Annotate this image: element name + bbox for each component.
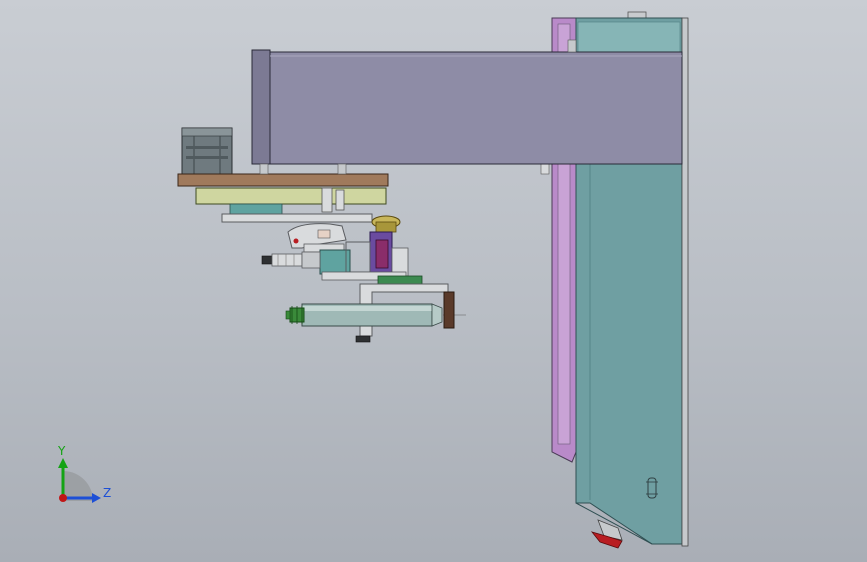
clamp-pin <box>293 238 299 244</box>
graphics-viewport[interactable]: Y Z <box>0 0 867 562</box>
arm-end-cap <box>251 49 271 165</box>
roller-end-block <box>443 291 455 329</box>
stepper-motor[interactable] <box>181 127 233 175</box>
linear-guide-bracket[interactable] <box>195 187 387 215</box>
horizontal-arm[interactable] <box>251 39 683 165</box>
column-upper-panel <box>577 21 681 53</box>
yellow-knob[interactable] <box>371 215 401 233</box>
triad-origin <box>59 494 67 502</box>
magenta-block <box>375 239 389 269</box>
frame-foot <box>355 335 371 343</box>
triad-y-label: Y <box>57 444 66 458</box>
column-flange <box>681 17 689 547</box>
model-canvas[interactable]: Y Z <box>0 0 867 562</box>
triad-y-arrowhead <box>58 458 68 468</box>
orientation-triad[interactable]: Y Z <box>57 444 111 503</box>
triad-z-label: Z <box>103 486 111 500</box>
rail-connector <box>540 163 550 175</box>
roller-cylinder[interactable] <box>285 291 466 329</box>
side-spindle[interactable] <box>261 251 321 269</box>
green-gear-knob[interactable] <box>285 306 305 324</box>
arm-beam[interactable] <box>269 51 683 165</box>
gray-cross-bar <box>221 213 373 223</box>
triad-z-arrowhead <box>92 493 101 503</box>
green-plate <box>377 275 423 285</box>
arm-mount-block <box>567 39 577 53</box>
